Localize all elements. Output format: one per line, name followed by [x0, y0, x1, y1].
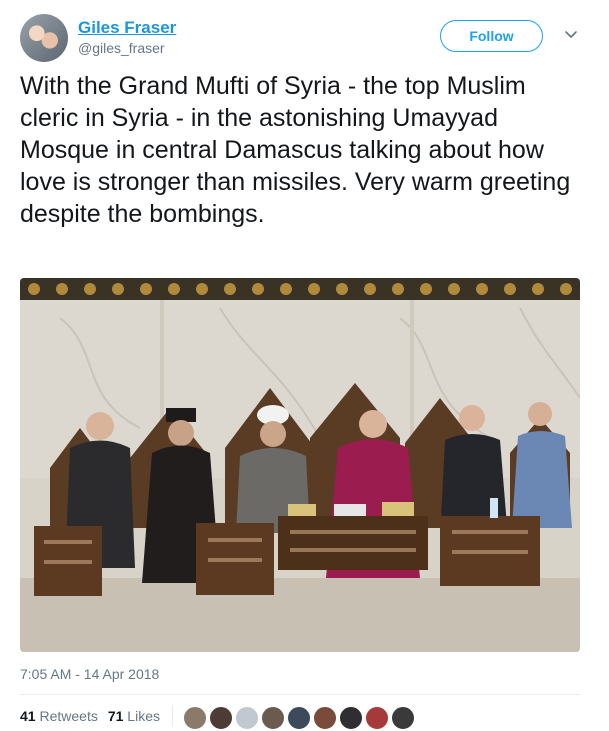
- liker-avatar[interactable]: [338, 705, 364, 731]
- author-name[interactable]: Giles Fraser: [78, 18, 176, 38]
- retweets-label: Retweets: [39, 708, 98, 724]
- liker-avatar[interactable]: [390, 705, 416, 731]
- liker-avatar[interactable]: [364, 705, 390, 731]
- retweets-stat[interactable]: 41 Retweets: [20, 708, 98, 724]
- liker-avatar[interactable]: [312, 705, 338, 731]
- avatar[interactable]: [20, 14, 68, 62]
- liker-avatars: [182, 705, 416, 731]
- liker-avatar[interactable]: [234, 705, 260, 731]
- liker-avatar[interactable]: [182, 705, 208, 731]
- tweet-header: Giles Fraser @giles_fraser Follow: [20, 14, 589, 66]
- photo-illustration: [20, 278, 580, 652]
- retweets-count: 41: [20, 708, 36, 724]
- engagement-stats: 41 Retweets 71 Likes: [20, 708, 160, 724]
- follow-button[interactable]: Follow: [440, 20, 543, 52]
- tweet-text: With the Grand Mufti of Syria - the top …: [20, 72, 571, 228]
- liker-avatar[interactable]: [286, 705, 312, 731]
- divider: [20, 694, 580, 695]
- likes-stat[interactable]: 71 Likes: [108, 708, 160, 724]
- chevron-down-icon[interactable]: [563, 26, 579, 42]
- likes-count: 71: [107, 708, 124, 724]
- stats-separator: [172, 705, 173, 727]
- liker-avatar[interactable]: [208, 705, 234, 731]
- liker-avatar[interactable]: [260, 705, 286, 731]
- likes-label: Likes: [127, 708, 160, 724]
- tweet-photo[interactable]: [20, 278, 580, 652]
- author-handle[interactable]: @giles_fraser: [78, 40, 165, 56]
- tweet-timestamp[interactable]: 7:05 AM - 14 Apr 2018: [20, 666, 159, 682]
